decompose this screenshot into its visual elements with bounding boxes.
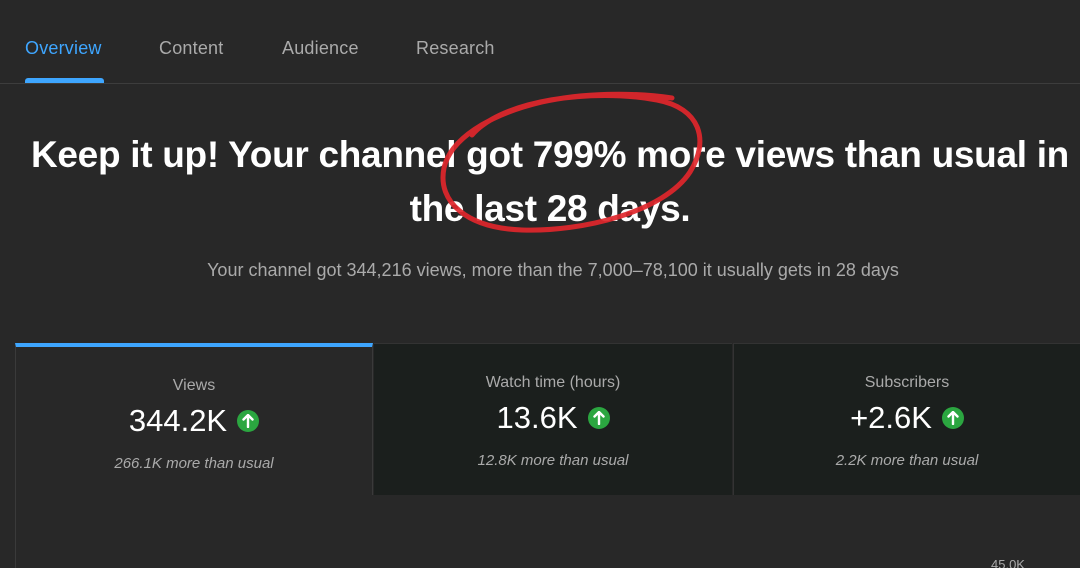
metric-note: 2.2K more than usual: [835, 452, 979, 469]
metric-card-watch-time[interactable]: Watch time (hours) 13.6K 12.8K more than…: [374, 343, 732, 495]
tab-content[interactable]: Content: [159, 38, 223, 59]
active-tab-indicator: [25, 78, 104, 83]
headline-line-2: the last 28 days.: [409, 188, 691, 229]
metric-note: 266.1K more than usual: [114, 455, 274, 472]
metric-label: Watch time (hours): [485, 374, 621, 391]
analytics-page: Overview Content Audience Research Keep …: [0, 0, 1080, 568]
metric-note: 12.8K more than usual: [477, 452, 629, 469]
views-summary-text: Your channel got 344,216 views, more tha…: [207, 260, 899, 280]
arrow-up-circle-icon: [587, 407, 610, 429]
metric-value: 344.2K: [128, 403, 228, 438]
tab-overview[interactable]: Overview: [25, 38, 102, 59]
metric-label: Views: [172, 377, 216, 394]
metric-label: Subscribers: [864, 374, 950, 391]
y-axis-tick-label: 45.0K: [991, 557, 1025, 568]
tab-bar: Overview Content Audience Research: [0, 0, 1080, 84]
page-headline: Keep it up! Your channel got 799% more v…: [30, 128, 1070, 236]
metric-card-subscribers[interactable]: Subscribers +2.6K 2.2K more than usual: [733, 343, 1080, 495]
arrow-up-circle-icon: [237, 410, 260, 432]
metric-value: +2.6K: [850, 400, 932, 435]
metric-card-views[interactable]: Views 344.2K 266.1K more than usual: [15, 343, 373, 495]
metric-cards: Views 344.2K 266.1K more than usual Watc…: [15, 343, 1080, 495]
metric-value: 13.6K: [496, 400, 578, 435]
headline-line-1: Keep it up! Your channel got 799% more v…: [30, 134, 1069, 175]
views-chart: 45.0K: [15, 495, 1080, 568]
tab-research[interactable]: Research: [416, 38, 495, 59]
arrow-up-circle-icon: [941, 407, 964, 429]
tab-audience[interactable]: Audience: [282, 38, 359, 59]
